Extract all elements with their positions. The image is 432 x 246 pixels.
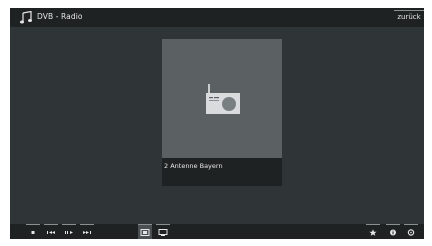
stop-icon (31, 231, 35, 234)
station-tile[interactable]: 2 Antenne Bayern (162, 39, 282, 186)
station-artwork (162, 39, 282, 158)
settings-icon (407, 229, 415, 236)
grid-view-button[interactable] (138, 224, 152, 239)
previous-button[interactable] (44, 224, 58, 239)
music-note-icon (20, 11, 32, 24)
list-view-icon (158, 229, 168, 236)
stop-button[interactable] (26, 224, 40, 239)
radio-icon (206, 84, 240, 114)
favorite-star-icon (369, 229, 377, 236)
page-title: DVB - Radio (37, 12, 83, 21)
info-button[interactable] (386, 224, 400, 239)
settings-button[interactable] (404, 224, 418, 239)
previous-track-icon (47, 231, 55, 234)
next-track-icon (83, 231, 91, 234)
list-view-button[interactable] (156, 224, 170, 239)
station-name: 2 Antenne Bayern (162, 158, 282, 186)
play-pause-button[interactable] (62, 224, 76, 239)
control-bar (10, 224, 424, 239)
play-pause-icon (65, 231, 73, 234)
info-icon (390, 229, 396, 236)
title-bar: DVB - Radio zurück (10, 8, 424, 27)
grid-view-icon (140, 229, 150, 236)
next-button[interactable] (80, 224, 94, 239)
media-player-screen: DVB - Radio zurück 2 Antenne Bayern (10, 8, 424, 239)
favorite-button[interactable] (366, 224, 380, 239)
back-button[interactable]: zurück (394, 10, 424, 25)
